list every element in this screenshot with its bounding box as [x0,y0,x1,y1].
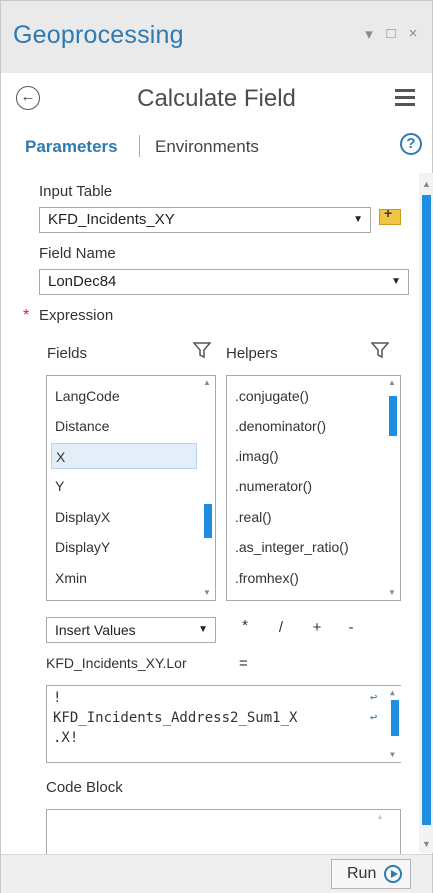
run-button[interactable]: Run [331,859,411,889]
code-block-scrollbar[interactable]: ▲ [375,810,387,854]
expression-editor[interactable]: ! KFD_Incidents_Address2_Sum1_X .X! ↩ ↩ … [46,685,401,763]
list-item[interactable]: Xmin [51,565,197,591]
pane-titlebar: Geoprocessing ▾ □ × [1,1,432,73]
expression-line: ! [53,690,62,706]
list-item[interactable]: .numerator() [231,473,381,499]
fields-label: Fields [47,345,88,362]
field-name-label: Field Name [39,245,116,262]
menu-icon[interactable] [395,89,415,107]
add-operator-button[interactable]: + [311,619,323,636]
expression-target-label: KFD_Incidents_XY.Lor [46,655,187,671]
helpers-scroll-thumb[interactable] [389,396,397,436]
pane-title: Geoprocessing [13,21,184,49]
fields-list[interactable]: LangCode Distance X Y DisplayX DisplayY … [46,375,216,601]
code-block-editor[interactable]: ▲ [46,809,401,854]
fields-scrollbar[interactable]: ▲ ▼ [202,376,214,600]
expression-scrollbar[interactable]: ▲ ▼ [389,686,401,762]
list-item[interactable]: .conjugate() [231,383,381,409]
tab-parameters[interactable]: Parameters [25,137,118,157]
scroll-up-icon[interactable]: ▲ [390,688,395,697]
geoprocessing-pane: Geoprocessing ▾ □ × ← Calculate Field Pa… [0,0,433,893]
helpers-list[interactable]: .conjugate() .denominator() .imag() .num… [226,375,401,601]
scroll-down-icon[interactable]: ▼ [390,750,395,759]
scroll-up-icon[interactable]: ▲ [388,378,396,387]
tab-divider [139,135,140,157]
auto-hide-icon[interactable]: ▾ [361,25,377,43]
chevron-down-icon: ▼ [391,276,401,287]
pane-scroll-thumb[interactable] [422,195,431,825]
list-item[interactable]: Y [51,473,197,499]
pane-footer: Run [1,854,432,893]
list-item[interactable]: .real() [231,504,381,530]
expression-label: Expression [39,307,114,324]
list-item[interactable]: DisplayX [51,504,197,530]
code-block-label: Code Block [46,779,123,796]
scroll-up-icon[interactable]: ▲ [203,378,211,387]
list-item[interactable]: .as_integer_ratio() [231,534,381,560]
scroll-down-icon[interactable]: ▼ [203,588,211,597]
field-name-dropdown[interactable]: LonDec84 ▼ [39,269,409,295]
tool-header: ← Calculate Field [1,73,432,125]
list-item[interactable]: LangCode [51,383,197,409]
help-icon[interactable]: ? [400,133,422,155]
chevron-down-icon: ▼ [353,214,363,225]
multiply-operator-button[interactable]: * [239,617,251,634]
tool-tabs: Parameters Environments ? [1,129,432,165]
field-name-value: LonDec84 [48,273,117,290]
list-item-selected[interactable]: X [51,443,197,469]
list-item[interactable]: DisplayY [51,534,197,560]
list-item[interactable]: .denominator() [231,413,381,439]
tab-environments[interactable]: Environments [155,137,259,157]
run-button-label: Run [347,865,377,882]
word-wrap-icon: ↩ [370,690,378,704]
input-table-dropdown[interactable]: KFD_Incidents_XY ▼ [39,207,371,233]
required-marker: * [23,307,30,324]
scroll-up-icon[interactable]: ▲ [422,179,431,189]
scroll-up-icon[interactable]: ▲ [376,812,384,821]
fields-scroll-thumb[interactable] [204,504,212,538]
scroll-down-icon[interactable]: ▼ [388,588,396,597]
equals-sign: = [239,655,248,672]
word-wrap-icon: ↩ [370,710,378,724]
input-table-label: Input Table [39,183,113,200]
expression-line: .X! [53,730,79,746]
list-item[interactable]: Distance [51,413,197,439]
browse-table-icon[interactable]: + [379,205,401,225]
expression-line: KFD_Incidents_Address2_Sum1_X [53,710,298,726]
scroll-down-icon[interactable]: ▼ [422,839,431,849]
maximize-icon[interactable]: □ [383,25,399,42]
subtract-operator-button[interactable]: - [345,619,357,636]
close-icon[interactable]: × [405,25,421,42]
tool-title: Calculate Field [137,85,296,112]
expression-scroll-thumb[interactable] [391,700,399,736]
input-table-value: KFD_Incidents_XY [48,211,175,228]
pane-scrollbar[interactable]: ▲ ▼ [419,173,433,853]
chevron-down-icon: ▼ [198,624,208,635]
insert-values-label: Insert Values [55,622,136,638]
filter-fields-icon[interactable] [193,341,211,359]
helpers-scrollbar[interactable]: ▲ ▼ [387,376,399,600]
helpers-label: Helpers [226,345,278,362]
play-icon [384,865,402,883]
filter-helpers-icon[interactable] [371,341,389,359]
list-item[interactable]: .fromhex() [231,565,381,591]
insert-values-dropdown[interactable]: Insert Values ▼ [46,617,216,643]
list-item[interactable]: .imag() [231,443,381,469]
divide-operator-button[interactable]: / [275,619,287,636]
